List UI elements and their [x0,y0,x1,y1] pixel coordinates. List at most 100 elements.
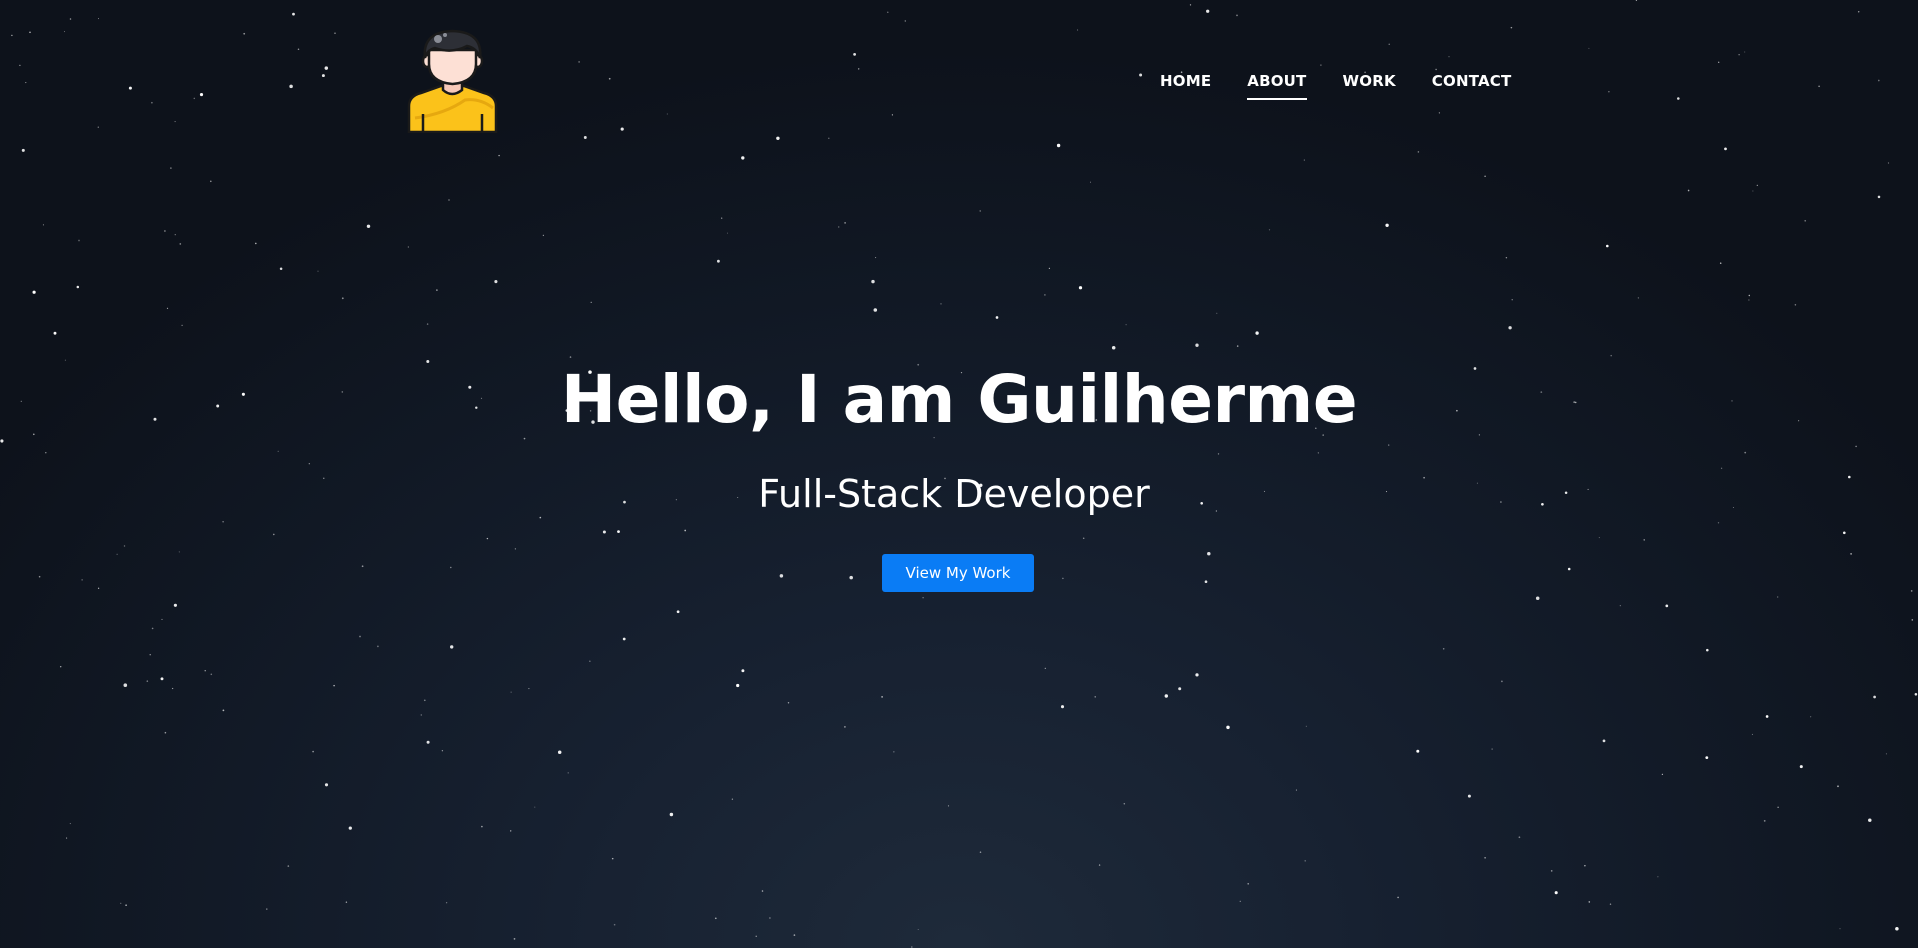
star [1910,590,1913,592]
star [1305,725,1307,727]
star [1078,286,1083,290]
star [1207,551,1211,556]
star [755,935,757,937]
star [345,901,348,903]
star [123,545,126,547]
star [151,627,154,630]
avatar-logo[interactable] [405,28,500,134]
star [1877,79,1880,82]
star [666,113,668,115]
star [893,751,895,753]
star [509,830,512,832]
star [1195,343,1199,347]
star [1619,605,1621,607]
star [669,812,674,817]
star [853,53,856,56]
star [684,529,687,532]
star [1895,926,1899,931]
star [1810,716,1812,718]
star [608,77,611,80]
star [1738,54,1740,56]
star [272,533,275,536]
nav-link-home[interactable]: HOME [1160,70,1211,92]
star [1195,673,1199,677]
star [513,938,516,940]
star [1554,891,1558,895]
star [161,618,163,620]
star [420,714,423,716]
star [1535,596,1540,601]
star [887,11,889,13]
star [423,699,426,702]
star [287,865,290,867]
star [1236,345,1239,347]
star [828,137,830,140]
star [1855,445,1857,448]
star [1111,346,1116,350]
nav-link-contact[interactable]: CONTACT [1432,70,1512,92]
star [76,285,80,289]
star [873,308,878,312]
nav-link-work[interactable]: WORK [1343,70,1396,92]
star [583,136,587,139]
star [359,635,361,638]
star [1763,820,1766,822]
star [1044,294,1046,296]
star [1677,97,1680,100]
star [849,575,853,580]
star [1268,229,1271,231]
star [844,222,846,224]
star [557,750,562,754]
star [1236,14,1238,17]
star [123,683,128,687]
star [1216,312,1218,314]
star [1756,184,1758,187]
star [1388,444,1390,446]
star [1868,818,1872,822]
star [620,127,624,131]
nav-link-about[interactable]: ABOUT [1247,70,1307,100]
star [1060,705,1065,709]
star [611,857,614,860]
star [19,64,21,67]
star [1048,267,1051,270]
view-my-work-button[interactable]: View My Work [882,554,1034,592]
star [1098,864,1101,866]
star [589,660,591,662]
star [193,97,196,100]
star [1637,297,1640,299]
star [66,837,68,839]
star [1850,553,1852,555]
nav-link-label: CONTACT [1431,72,1512,90]
star [1777,596,1779,598]
star [407,246,409,248]
nav-link-label: ABOUT [1247,72,1307,90]
star [38,575,41,578]
nav-link-label: WORK [1342,72,1396,90]
star [59,665,62,668]
star [97,18,100,20]
star [29,31,31,34]
star [717,259,720,263]
star [1204,580,1208,584]
star [1056,143,1061,148]
star [1484,857,1486,859]
star [1804,219,1807,222]
star [1752,190,1754,192]
star [78,239,80,242]
star [1416,749,1420,753]
star [266,908,268,910]
star [1661,773,1664,776]
star [426,740,430,744]
star [793,934,796,936]
star [277,450,279,452]
star [32,290,36,294]
hero-title: Hello, I am Guilherme [560,361,1358,438]
star [1317,452,1319,454]
star [1777,806,1779,808]
active-nav-underline [1247,98,1307,100]
star [45,451,47,454]
star [243,32,246,35]
star [1818,85,1820,88]
star [1719,262,1722,264]
